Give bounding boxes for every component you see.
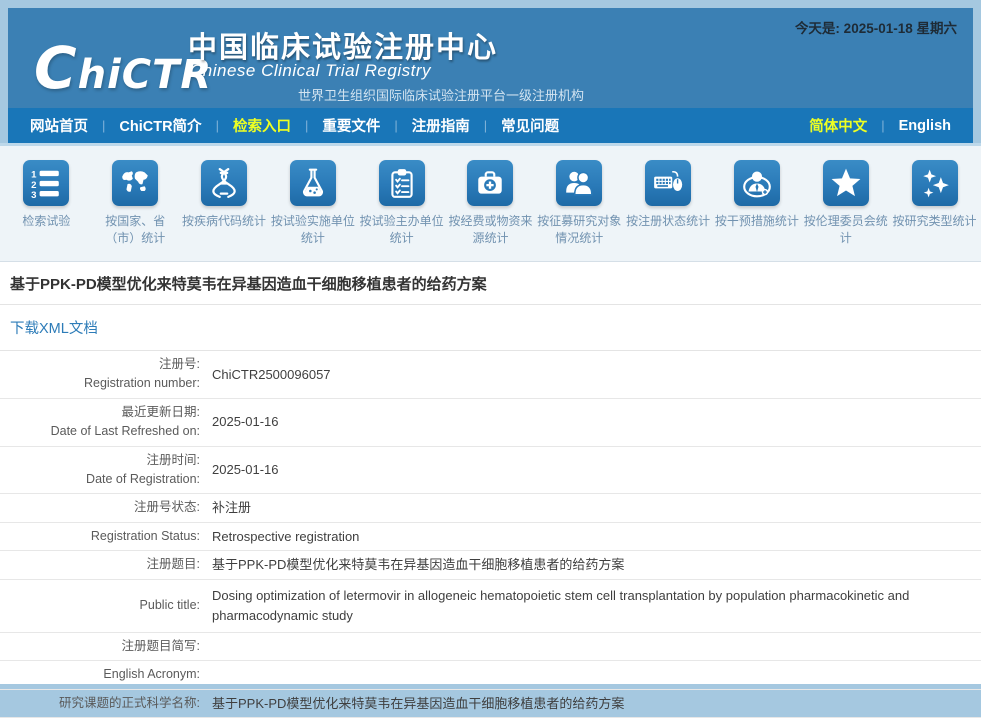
row-label-cn: 注册号状态: bbox=[0, 498, 200, 517]
row-value: 补注册 bbox=[200, 498, 981, 518]
trial-title: 基于PPK-PD模型优化来特莫韦在异基因造血干细胞移植患者的给药方案 bbox=[0, 262, 981, 305]
row-value: 基于PPK-PD模型优化来特莫韦在异基因造血干细胞移植患者的给药方案 bbox=[200, 694, 981, 714]
lang-simplified-chinese[interactable]: 简体中文 bbox=[805, 115, 871, 136]
row-label-cn: 研究课题的正式科学名称: bbox=[0, 694, 200, 713]
toolbar-item-by-intervention[interactable]: 按干预措施统计 bbox=[713, 160, 802, 261]
table-row-registration-status-cn: 注册号状态: 补注册 bbox=[0, 494, 981, 523]
row-label-cn: 注册号: bbox=[0, 355, 200, 374]
nav-item-faq[interactable]: 常见问题 bbox=[497, 115, 563, 136]
table-row-public-title-cn: 注册题目: 基于PPK-PD模型优化来特莫韦在异基因造血干细胞移植患者的给药方案 bbox=[0, 551, 981, 580]
site-header: ChiCTR 中国临床试验注册中心 Chinese Clinical Trial… bbox=[8, 8, 973, 108]
row-label-en: Registration number: bbox=[0, 374, 200, 393]
toolbar-item-by-sponsor-unit[interactable]: 按试验主办单位统计 bbox=[357, 160, 446, 261]
main-nav: 网站首页 | ChiCTR简介 | 检索入口 | 重要文件 | 注册指南 | 常… bbox=[8, 108, 973, 143]
download-xml-link[interactable]: 下载XML文档 bbox=[10, 321, 98, 337]
nav-separator: | bbox=[295, 118, 318, 133]
row-label-en: Public title: bbox=[0, 596, 200, 615]
row-value: ChiCTR2500096057 bbox=[200, 365, 981, 385]
toolbar-item-by-funding-source[interactable]: 按经费或物资来源统计 bbox=[446, 160, 535, 261]
current-date: 今天是: 2025-01-18 星期六 bbox=[795, 17, 957, 37]
table-row-registration-status-en: Registration Status: Retrospective regis… bbox=[0, 523, 981, 552]
table-row-last-refreshed: 最近更新日期: Date of Last Refreshed on: 2025-… bbox=[0, 399, 981, 447]
nav-separator: | bbox=[92, 118, 115, 133]
table-row-registration-number: 注册号: Registration number: ChiCTR25000960… bbox=[0, 351, 981, 399]
world-map-icon bbox=[112, 160, 158, 206]
row-label-cn: 最近更新日期: bbox=[0, 403, 200, 422]
toolbar-item-by-study-type[interactable]: 按研究类型统计 bbox=[890, 160, 979, 261]
row-label-cn: 注册时间: bbox=[0, 451, 200, 470]
row-value: 2025-01-16 bbox=[200, 460, 981, 480]
people-icon bbox=[556, 160, 602, 206]
toolbar-item-by-disease-code[interactable]: 按疾病代码统计 bbox=[180, 160, 269, 261]
who-platform-tagline: 世界卫生组织国际临床试验注册平台一级注册机构 bbox=[298, 85, 584, 104]
toolbar-item-by-country[interactable]: 按国家、省（市）统计 bbox=[91, 160, 180, 261]
row-value: 基于PPK-PD模型优化来特莫韦在异基因造血干细胞移植患者的给药方案 bbox=[200, 555, 981, 575]
nav-separator: | bbox=[384, 118, 407, 133]
row-value: 2025-01-16 bbox=[200, 412, 981, 432]
toolbar-item-by-implementing-unit[interactable]: 按试验实施单位统计 bbox=[268, 160, 357, 261]
dna-icon bbox=[201, 160, 247, 206]
toolbar-item-by-recruitment-status[interactable]: 按征募研究对象情况统计 bbox=[535, 160, 624, 261]
svg-text:3: 3 bbox=[31, 190, 36, 199]
row-value: Dosing optimization of letermovir in all… bbox=[200, 586, 981, 625]
nav-item-important-documents[interactable]: 重要文件 bbox=[318, 115, 384, 136]
row-label-cn: 注册题目: bbox=[0, 555, 200, 574]
table-row-scientific-title-cn: 研究课题的正式科学名称: 基于PPK-PD模型优化来特莫韦在异基因造血干细胞移植… bbox=[0, 690, 981, 718]
nav-separator: | bbox=[206, 118, 229, 133]
row-label-cn: 注册题目简写: bbox=[0, 637, 200, 656]
nav-separator: | bbox=[871, 118, 894, 133]
nav-separator: | bbox=[474, 118, 497, 133]
keyboard-mouse-icon bbox=[645, 160, 691, 206]
toolbar-item-by-registration-status[interactable]: 按注册状态统计 bbox=[624, 160, 713, 261]
statistics-toolbar: 123 检索试验 按国家、省（市）统计 按疾病代码统计 按试验实施单位统计 按试… bbox=[0, 146, 981, 262]
numbered-list-icon: 123 bbox=[23, 160, 69, 206]
toolbar-item-by-ethics-committee[interactable]: 按伦理委员会统计 bbox=[801, 160, 890, 261]
nav-item-about[interactable]: ChiCTR简介 bbox=[115, 115, 205, 136]
language-switcher: 简体中文 | English bbox=[805, 115, 955, 136]
table-row-public-title-en: Public title: Dosing optimization of let… bbox=[0, 580, 981, 633]
row-value: Retrospective registration bbox=[200, 527, 981, 547]
row-label-en: Date of Registration: bbox=[0, 470, 200, 489]
chictr-logo[interactable]: ChiCTR bbox=[34, 34, 212, 102]
row-label-en: Date of Last Refreshed on: bbox=[0, 422, 200, 441]
table-row-registration-date: 注册时间: Date of Registration: 2025-01-16 bbox=[0, 447, 981, 495]
row-label-en: English Acronym: bbox=[0, 665, 200, 684]
nav-item-registration-guide[interactable]: 注册指南 bbox=[408, 115, 474, 136]
toolbar-item-search-trials[interactable]: 123 检索试验 bbox=[2, 160, 91, 261]
star-icon bbox=[823, 160, 869, 206]
site-title-english: Chinese Clinical Trial Registry bbox=[190, 61, 431, 81]
lang-english[interactable]: English bbox=[895, 118, 955, 134]
flask-icon bbox=[290, 160, 336, 206]
trial-detail-panel: 基于PPK-PD模型优化来特莫韦在异基因造血干细胞移植患者的给药方案 下载XML… bbox=[0, 262, 981, 684]
table-row-acronym-cn: 注册题目简写: bbox=[0, 633, 981, 661]
site-title-chinese: 中国临床试验注册中心 bbox=[188, 24, 498, 66]
sparkles-icon bbox=[912, 160, 958, 206]
table-row-acronym-en: English Acronym: bbox=[0, 661, 981, 689]
clipboard-icon bbox=[379, 160, 425, 206]
nav-item-search-entry[interactable]: 检索入口 bbox=[229, 115, 295, 136]
download-row: 下载XML文档 bbox=[0, 305, 981, 351]
row-label-en: Registration Status: bbox=[0, 527, 200, 546]
doctor-icon bbox=[734, 160, 780, 206]
nav-item-home[interactable]: 网站首页 bbox=[26, 115, 92, 136]
medical-kit-icon bbox=[467, 160, 513, 206]
